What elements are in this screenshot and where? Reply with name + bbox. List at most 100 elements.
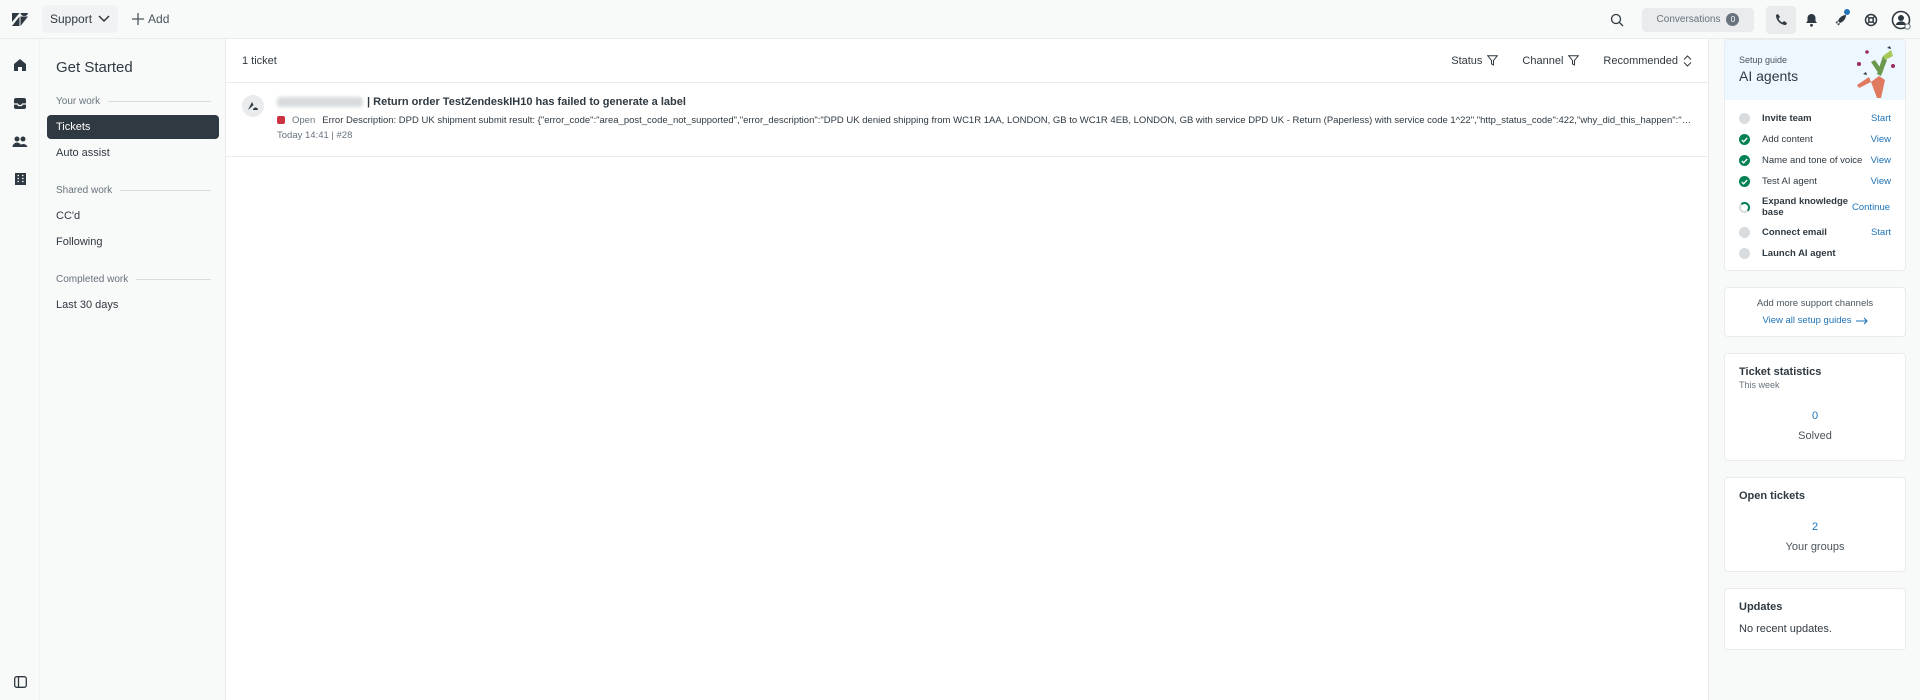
view-item-last-30-days[interactable]: Last 30 days	[47, 293, 219, 317]
solved-label: Solved	[1798, 430, 1832, 442]
step-pending-icon	[1739, 248, 1750, 259]
search-button[interactable]	[1602, 6, 1632, 34]
arrow-right-icon	[1855, 317, 1868, 324]
setup-steps-list: Invite team Start Add content View Name …	[1725, 100, 1905, 270]
requester-avatar	[242, 95, 264, 117]
notifications-button[interactable]	[1796, 6, 1826, 34]
open-tickets-card: Open tickets 2 Your groups	[1724, 477, 1906, 572]
group-heading-shared-work: Shared work	[56, 185, 211, 196]
home-icon	[14, 59, 26, 71]
conversations-button[interactable]: Conversations 0	[1642, 7, 1754, 32]
ticket-statistics-title: Ticket statistics	[1739, 366, 1822, 378]
filter-icon	[1487, 55, 1499, 66]
ticket-title[interactable]: | Return order TestZendeskIH10 has faile…	[277, 95, 1692, 109]
status-color-indicator	[277, 116, 285, 124]
people-icon	[12, 136, 28, 147]
group-heading-your-work: Your work	[56, 96, 211, 107]
bell-icon	[1805, 13, 1817, 27]
zendesk-user-icon	[248, 102, 258, 110]
sort-label: Recommended	[1603, 54, 1678, 67]
channel-filter-label: Channel	[1522, 54, 1564, 67]
collapse-panel-button[interactable]	[0, 664, 40, 700]
step-view-link[interactable]: View	[1871, 155, 1891, 166]
step-expand-knowledge-base: Expand knowledge base Continue	[1739, 192, 1891, 222]
channel-filter-button[interactable]: Channel	[1522, 54, 1580, 67]
view-item-tickets[interactable]: Tickets	[47, 115, 219, 139]
step-continue-link[interactable]: Continue	[1852, 202, 1890, 213]
search-icon	[1610, 13, 1624, 26]
view-all-setup-guides-link[interactable]: View all setup guides	[1762, 315, 1868, 326]
step-start-link[interactable]: Start	[1871, 227, 1891, 238]
status-filter-button[interactable]: Status	[1451, 54, 1499, 67]
view-item-ccd[interactable]: CC'd	[47, 204, 219, 228]
updates-card: Updates No recent updates.	[1724, 588, 1906, 650]
ticket-timestamp: Today 14:41 | #28	[277, 130, 353, 141]
inbox-icon	[14, 97, 26, 109]
ticket-meta: Open Error Description: DPD UK shipment …	[277, 113, 1692, 127]
step-add-content: Add content View	[1739, 129, 1891, 150]
open-tickets-count[interactable]: 2	[1739, 521, 1891, 533]
ticket-statistics-card: Ticket statistics This week 0 Solved	[1724, 353, 1906, 461]
status-filter-label: Status	[1451, 54, 1483, 67]
product-switcher-button[interactable]: Support	[42, 5, 119, 33]
help-button[interactable]	[1856, 6, 1886, 34]
sort-button[interactable]: Recommended	[1603, 55, 1692, 67]
ticket-row[interactable]: | Return order TestZendeskIH10 has faile…	[226, 83, 1708, 157]
step-test-ai-agent: Test AI agent View	[1739, 171, 1891, 192]
ticket-status: Open	[292, 114, 316, 126]
updates-title: Updates	[1739, 601, 1783, 613]
sidebar-toggle-icon	[13, 676, 27, 688]
step-view-link[interactable]: View	[1871, 134, 1891, 145]
ticket-subject: | Return order TestZendeskIH10 has faile…	[367, 96, 686, 108]
step-connect-email: Connect email Start	[1739, 222, 1891, 243]
rocket-icon	[1835, 14, 1846, 25]
setup-guide-illustration-icon	[1857, 46, 1895, 98]
ticket-statistics-period: This week	[1739, 380, 1780, 390]
add-label: Add	[148, 12, 170, 26]
open-tickets-title: Open tickets	[1739, 490, 1806, 502]
channels-text: Add more support channels	[1756, 298, 1874, 309]
setup-rocket-button[interactable]	[1826, 6, 1856, 34]
requester-name-redacted	[277, 97, 363, 107]
check-circle-icon	[1739, 155, 1750, 166]
nav-organizations[interactable]	[0, 160, 40, 198]
check-circle-icon	[1739, 134, 1750, 145]
step-pending-icon	[1739, 113, 1750, 124]
open-tickets-label: Your groups	[1785, 541, 1845, 553]
ticket-description: Error Description: DPD UK shipment submi…	[322, 114, 1692, 126]
zendesk-logo-icon[interactable]	[0, 0, 40, 39]
step-launch-ai-agent: Launch AI agent	[1739, 243, 1891, 264]
nav-home[interactable]	[0, 46, 40, 84]
views-title: Get Started	[56, 59, 133, 76]
right-sidebar: Setup guide AI agents Invite team Start	[1724, 39, 1906, 666]
conversations-count-badge: 0	[1726, 13, 1740, 26]
nav-views[interactable]	[0, 84, 40, 122]
setup-guide-header: Setup guide AI agents	[1725, 40, 1905, 100]
ticket-list-header: 1 ticket Status Channel Recommended	[226, 39, 1708, 83]
ticket-list-pane: 1 ticket Status Channel Recommended | Re…	[225, 39, 1709, 700]
conversations-label: Conversations	[1656, 14, 1721, 25]
add-button[interactable]: Add	[132, 12, 169, 26]
help-lifebuoy-icon	[1864, 13, 1878, 26]
top-right-toolbar: Conversations 0	[1602, 0, 1920, 39]
updates-text: No recent updates.	[1739, 623, 1832, 635]
phone-icon	[1775, 14, 1787, 25]
user-profile-button[interactable]	[1886, 6, 1916, 34]
phone-button[interactable]	[1766, 5, 1796, 34]
step-invite-team: Invite team Start	[1739, 108, 1891, 129]
step-name-tone: Name and tone of voice View	[1739, 150, 1891, 171]
step-view-link[interactable]: View	[1871, 176, 1891, 187]
in-progress-spinner-icon	[1739, 201, 1750, 213]
check-circle-icon	[1739, 176, 1750, 187]
views-panel: Get Started Your work Tickets Auto assis…	[40, 39, 225, 700]
nav-customers[interactable]	[0, 122, 40, 160]
view-item-following[interactable]: Following	[47, 230, 219, 254]
step-start-link[interactable]: Start	[1871, 113, 1891, 124]
group-heading-completed-work: Completed work	[56, 274, 211, 285]
support-channels-card: Add more support channels View all setup…	[1724, 287, 1906, 337]
view-item-auto-assist[interactable]: Auto assist	[47, 141, 219, 165]
ticket-count: 1 ticket	[242, 54, 277, 67]
product-label: Support	[50, 12, 93, 26]
top-bar: Support Add Conversations 0	[0, 0, 1920, 39]
solved-count[interactable]: 0	[1739, 410, 1891, 422]
